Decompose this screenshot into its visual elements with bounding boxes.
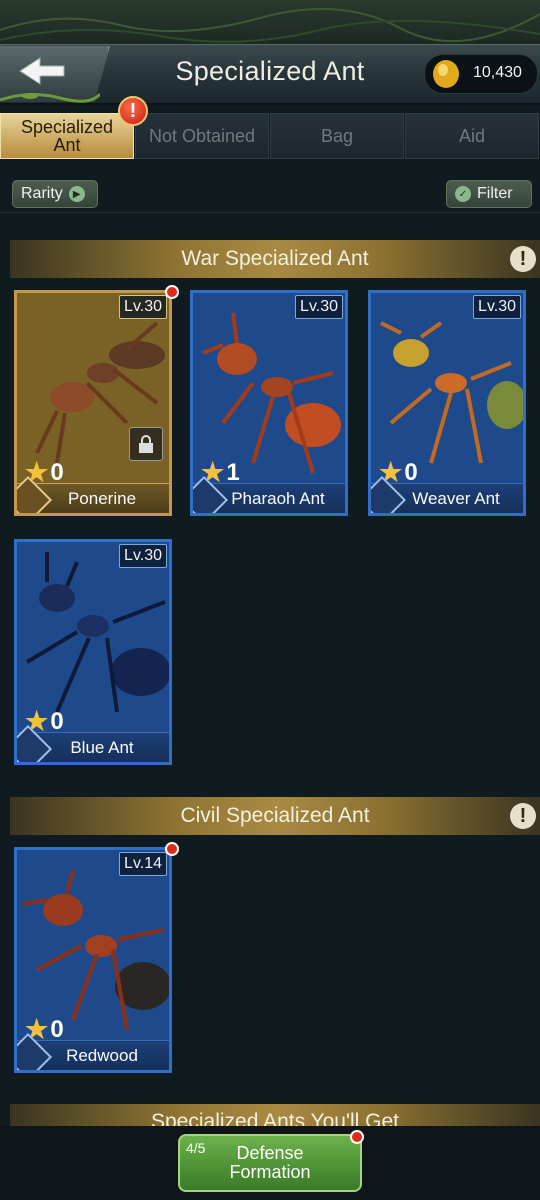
info-icon[interactable]: ! <box>510 803 536 829</box>
ant-portrait <box>193 293 345 483</box>
level-label: Lv.30 <box>295 295 343 319</box>
ant-name-label: Ponerine <box>67 488 137 508</box>
tab-label: Bag <box>320 126 354 146</box>
tab-label: Not Obtained <box>148 126 256 146</box>
tab-label: Aid <box>458 126 485 146</box>
lock-icon <box>129 427 163 461</box>
level-label: Lv.14 <box>119 852 167 876</box>
tab-bar: Specialized Ant Not Obtained Bag Aid <box>0 113 540 161</box>
chevron-right-icon: ▶ <box>68 186 85 202</box>
level-label: Lv.30 <box>119 544 167 568</box>
new-indicator-dot <box>165 285 179 299</box>
ant-portrait <box>371 293 523 483</box>
ant-name-label: Pharaoh Ant <box>231 488 325 508</box>
tab-label: Specialized Ant <box>20 117 114 155</box>
new-indicator-dot <box>165 842 179 856</box>
defense-formation-button[interactable]: Defense Formation <box>178 1134 362 1192</box>
war-section-header: War Specialized Ant <box>10 240 540 278</box>
info-icon[interactable]: ! <box>510 246 536 272</box>
ant-name-label: Weaver Ant <box>412 488 500 508</box>
tab-aid[interactable]: Aid <box>405 113 539 159</box>
vine-decoration <box>0 8 540 43</box>
currency-display[interactable]: 10,430 <box>424 54 538 94</box>
leaf-decoration <box>0 92 100 103</box>
currency-value: 10,430 <box>473 64 522 81</box>
ant-card-blue-ant[interactable]: Lv.30 ★ 0 Blue Ant <box>14 539 172 765</box>
divider <box>0 212 540 213</box>
top-header: Specialized Ant 10,430 <box>0 0 540 105</box>
section-title: War Specialized Ant <box>181 247 369 270</box>
level-label: Lv.30 <box>473 295 521 319</box>
level-label: Lv.30 <box>119 295 167 319</box>
rarity-button[interactable]: Rarity ▶ <box>12 180 98 208</box>
formation-count: 4/5 <box>186 1140 206 1156</box>
ant-portrait <box>17 850 169 1040</box>
ant-card-weaver-ant[interactable]: Lv.30 ★ 0 Weaver Ant <box>368 290 526 516</box>
ant-card-ponerine[interactable]: Lv.30 ★ 0 Ponerine <box>14 290 172 516</box>
button-label-line2: Formation <box>229 1162 311 1182</box>
filter-button[interactable]: ✓ Filter <box>446 180 532 208</box>
section-title: Civil Specialized Ant <box>180 804 370 827</box>
filter-label: Filter <box>477 185 513 202</box>
tab-specialized-ant[interactable]: Specialized Ant <box>0 113 134 159</box>
rarity-label: Rarity <box>21 185 63 202</box>
civil-section-header: Civil Specialized Ant <box>10 797 540 835</box>
ant-card-pharaoh-ant[interactable]: Lv.30 ★ 1 Pharaoh Ant <box>190 290 348 516</box>
new-indicator-dot <box>350 1130 364 1144</box>
ant-name-label: Redwood <box>66 1045 138 1065</box>
tab-bag[interactable]: Bag <box>270 113 404 159</box>
ant-portrait <box>17 542 169 732</box>
button-label-line1: Defense <box>236 1143 304 1163</box>
ant-card-redwood[interactable]: Lv.14 ★ 0 Redwood <box>14 847 172 1073</box>
tab-not-obtained[interactable]: Not Obtained <box>135 113 269 159</box>
alert-badge: ! <box>118 96 148 126</box>
check-icon: ✓ <box>455 186 471 202</box>
ant-name-label: Blue Ant <box>70 737 134 757</box>
amber-icon <box>433 60 459 88</box>
